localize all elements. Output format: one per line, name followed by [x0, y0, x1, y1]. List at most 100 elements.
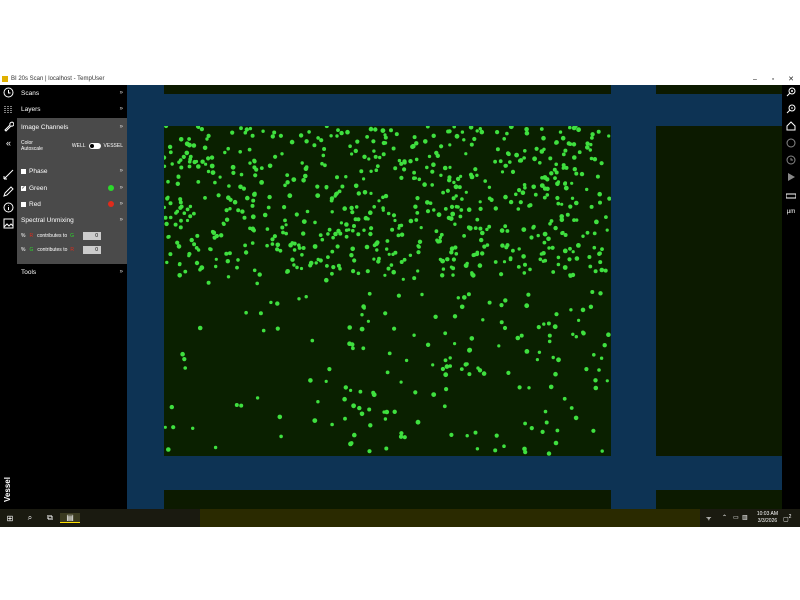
well-image[interactable] — [164, 126, 611, 456]
cell-dot — [523, 185, 527, 190]
cell-dot — [402, 167, 407, 172]
cell-dot — [381, 195, 385, 200]
measure-icon[interactable] — [3, 169, 14, 180]
notification-icon[interactable]: ▢2 — [783, 514, 791, 523]
cell-dot — [351, 269, 356, 274]
units-icon[interactable]: µm — [786, 207, 796, 217]
ruler-icon[interactable] — [785, 191, 797, 201]
battery-icon[interactable]: ▥ — [742, 514, 748, 521]
cell-dot — [604, 215, 608, 219]
autoscale-toggle[interactable] — [88, 143, 101, 149]
cell-dot — [408, 218, 414, 224]
cell-dot — [344, 228, 349, 232]
cell-dot — [478, 206, 483, 211]
cell-dot — [574, 171, 579, 176]
chevron-down-icon: » — [119, 168, 123, 174]
cell-dot — [208, 247, 212, 251]
cell-dot — [408, 159, 413, 164]
zoom-out-icon[interactable] — [786, 104, 796, 114]
clock[interactable]: 10:03 AM 3/3/2026 — [757, 511, 778, 525]
close-button[interactable]: ✕ — [782, 75, 800, 83]
green-label: Green — [29, 184, 48, 192]
spectral-unmixing-header[interactable]: Spectral Unmixing » — [21, 215, 123, 225]
cell-dot — [243, 250, 249, 255]
cell-dot — [361, 304, 366, 309]
cell-dot — [599, 161, 604, 166]
cell-dot — [362, 190, 368, 195]
phase-checkbox[interactable] — [21, 168, 26, 174]
cell-dot — [597, 191, 602, 197]
app-taskbar-icon[interactable]: ▤ — [60, 513, 80, 523]
cell-dot — [573, 415, 579, 421]
history-icon[interactable] — [786, 138, 796, 148]
cell-dot — [547, 333, 552, 338]
cell-dot — [183, 366, 187, 370]
chevron-up-icon[interactable]: ⌃ — [722, 514, 727, 521]
scans-header[interactable]: Scans » — [21, 86, 123, 100]
clock-icon[interactable] — [3, 87, 14, 98]
wrench-icon[interactable] — [3, 121, 15, 132]
layers-header[interactable]: Layers » — [21, 102, 123, 116]
image-channels-header[interactable]: Image Channels » — [21, 122, 123, 132]
cell-dot — [442, 404, 447, 409]
task-view-icon[interactable]: ⧉ — [40, 513, 60, 523]
cell-dot — [284, 223, 288, 227]
minimize-button[interactable]: – — [746, 76, 764, 83]
green-color-dot[interactable] — [107, 185, 114, 191]
cell-dot — [187, 251, 192, 257]
play-icon[interactable] — [786, 172, 796, 182]
cell-dot — [285, 270, 289, 274]
cell-dot — [360, 313, 364, 317]
cell-dot — [387, 252, 391, 256]
home-icon[interactable] — [786, 121, 796, 131]
network-tray-icon[interactable]: ᯤ — [706, 514, 711, 522]
cell-dot — [401, 277, 405, 281]
cell-dot — [551, 270, 556, 274]
cell-dot — [361, 346, 366, 351]
cell-dot — [391, 269, 396, 275]
cell-dot — [367, 291, 372, 296]
phase-row[interactable]: Phase » — [21, 166, 123, 176]
cell-dot — [320, 161, 324, 166]
layers-icon[interactable] — [3, 104, 14, 115]
search-icon[interactable]: ⌕ — [20, 513, 40, 523]
cell-dot — [375, 248, 379, 252]
cell-dot — [448, 364, 453, 368]
cell-dot — [375, 164, 380, 168]
unmix-value-input[interactable]: 0 — [83, 232, 101, 240]
tools-header[interactable]: Tools » — [21, 265, 123, 279]
cell-dot — [537, 350, 542, 354]
red-color-dot[interactable] — [107, 201, 114, 207]
green-row[interactable]: ✓ Green » — [21, 183, 123, 193]
image-icon[interactable] — [3, 218, 14, 229]
cell-dot — [465, 261, 469, 266]
replay-icon[interactable] — [786, 155, 796, 165]
tablet-icon[interactable]: ▭ — [733, 514, 739, 521]
zoom-in-icon[interactable] — [786, 87, 796, 97]
green-checkbox[interactable]: ✓ — [21, 185, 26, 191]
maximize-button[interactable]: ▫ — [764, 76, 782, 83]
red-checkbox[interactable] — [21, 201, 26, 207]
cell-dot — [464, 190, 468, 194]
cell-dot — [179, 204, 184, 209]
cell-dot — [535, 358, 539, 362]
cell-dot — [554, 162, 558, 167]
cell-dot — [495, 147, 500, 152]
cell-dot — [475, 447, 480, 451]
image-viewer[interactable] — [127, 85, 782, 509]
windows-start-icon[interactable]: ⊞ — [0, 514, 20, 523]
collapse-icon[interactable]: « — [3, 138, 14, 149]
unmix-value-input[interactable]: 0 — [83, 246, 101, 254]
cell-dot — [443, 358, 448, 363]
cell-dot — [510, 169, 516, 174]
cell-dot — [224, 208, 229, 213]
cell-dot — [206, 156, 211, 161]
red-row[interactable]: Red » — [21, 199, 123, 209]
cell-dot — [297, 243, 301, 247]
pen-icon[interactable] — [3, 186, 14, 197]
info-icon[interactable] — [3, 202, 14, 213]
cell-dot — [599, 267, 605, 273]
cell-dot — [422, 182, 427, 187]
cell-dot — [206, 280, 211, 285]
cell-dot — [224, 251, 229, 256]
